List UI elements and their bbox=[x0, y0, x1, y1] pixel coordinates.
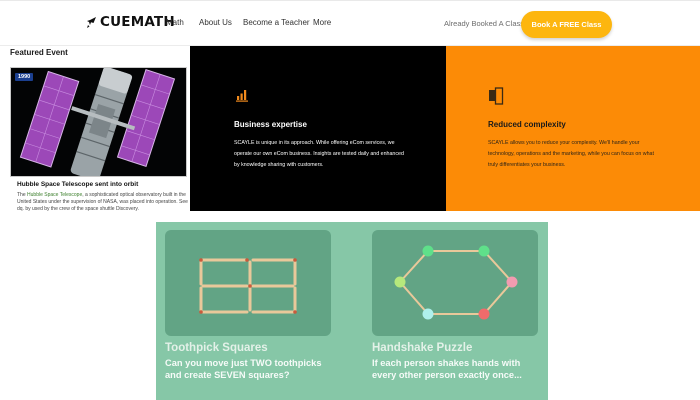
person-node bbox=[478, 245, 490, 257]
reduced-complexity-body: SCAYLE allows you to reduce your complex… bbox=[488, 140, 654, 168]
business-expertise-panel: Business expertise SCAYLE is unique in i… bbox=[190, 46, 446, 211]
person-node bbox=[394, 276, 406, 288]
event-description: The Hubble Space Telescope, a sophistica… bbox=[17, 192, 192, 213]
reduced-complexity-title: Reduced complexity bbox=[488, 120, 566, 129]
event-desc-prefix: The bbox=[17, 192, 28, 198]
handshake-puzzle-desc: If each person shakes hands with every o… bbox=[372, 358, 522, 380]
business-expertise-body: SCAYLE is unique in its approach. While … bbox=[234, 140, 404, 168]
nav-more[interactable]: More bbox=[313, 18, 331, 27]
toothpick-puzzle-tile[interactable] bbox=[165, 230, 331, 336]
handshake-puzzle-tile[interactable] bbox=[372, 230, 538, 336]
handshake-puzzle-title: Handshake Puzzle bbox=[372, 342, 473, 354]
featured-event-heading: Featured Event bbox=[10, 48, 68, 57]
toothpick-squares-title: Toothpick Squares bbox=[165, 342, 268, 354]
reduced-complexity-panel: Reduced complexity SCAYLE allows you to … bbox=[446, 46, 700, 211]
pages-icon bbox=[489, 87, 504, 105]
book-free-class-button[interactable]: Book A FREE Class bbox=[521, 11, 612, 38]
person-node bbox=[422, 308, 434, 320]
site-header: CUEMATH Math About Us Become a Teacher M… bbox=[0, 0, 700, 46]
business-expertise-title: Business expertise bbox=[234, 120, 307, 129]
nav-about-us[interactable]: About Us bbox=[199, 18, 232, 27]
person-node bbox=[422, 245, 434, 257]
logo[interactable]: CUEMATH bbox=[86, 14, 175, 30]
logo-text: CUEMATH bbox=[100, 14, 175, 30]
handshake-illustration bbox=[394, 245, 518, 320]
hubble-link[interactable]: Hubble Space Telescope bbox=[27, 192, 82, 198]
person-node bbox=[506, 276, 518, 288]
toothpick-squares-illustration bbox=[199, 258, 297, 314]
hubble-illustration bbox=[11, 68, 186, 176]
hubble-telescope-image: 1990 bbox=[10, 67, 187, 177]
toothpick-squares-desc: Can you move just TWO toothpicks and cre… bbox=[165, 358, 322, 380]
event-title[interactable]: Hubble Space Telescope sent into orbit bbox=[17, 181, 185, 188]
rocket-icon bbox=[87, 16, 96, 28]
bar-chart-icon bbox=[236, 90, 248, 102]
nav-math[interactable]: Math bbox=[166, 18, 184, 27]
puzzles-section: Toothpick Squares Can you move just TWO … bbox=[156, 222, 548, 400]
year-badge: 1990 bbox=[15, 73, 34, 81]
nav-become-teacher[interactable]: Become a Teacher bbox=[243, 18, 310, 27]
featured-event-card[interactable]: 1990 Hubble Space Telescope sent into or… bbox=[10, 67, 188, 212]
person-node bbox=[478, 308, 490, 320]
already-booked-link[interactable]: Already Booked A Class? bbox=[444, 19, 528, 28]
